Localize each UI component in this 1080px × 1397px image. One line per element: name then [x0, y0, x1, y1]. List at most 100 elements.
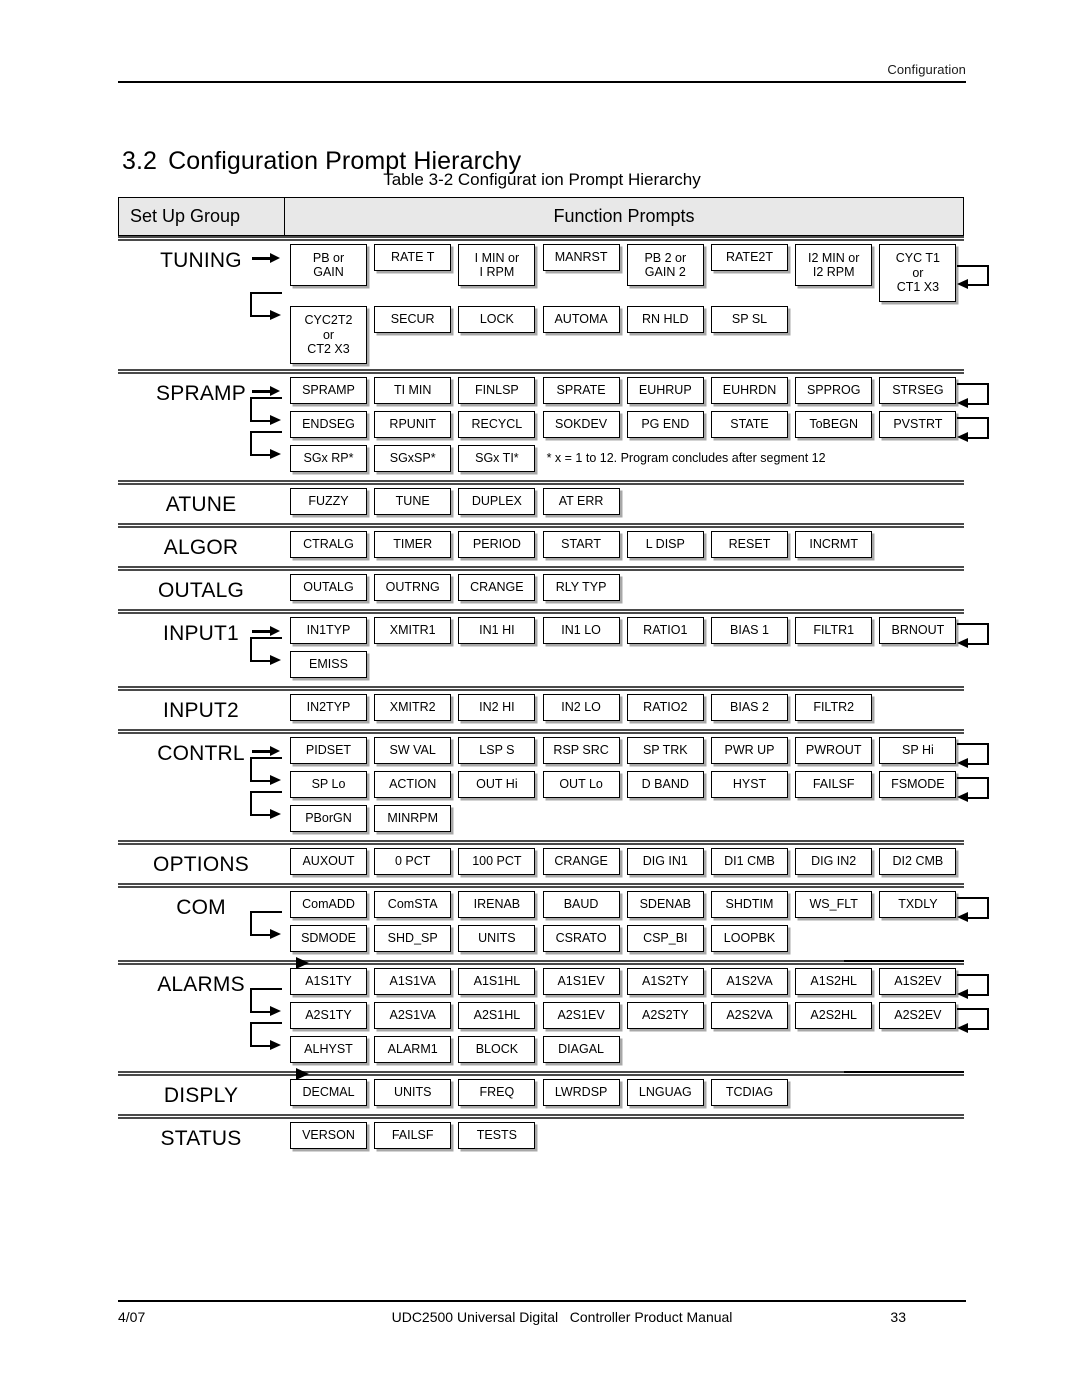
prompt-box[interactable]: IN2TYP — [290, 694, 367, 721]
prompt-box[interactable]: RLY TYP — [542, 574, 620, 601]
prompt-box[interactable]: START — [542, 531, 620, 558]
prompt-box[interactable]: LNGUAG — [626, 1079, 704, 1106]
prompt-box[interactable]: SDENAB — [626, 891, 704, 918]
prompt-box[interactable]: RECYCL — [458, 411, 536, 438]
prompt-box[interactable]: FAILSF — [374, 1122, 452, 1149]
prompt-box[interactable]: I2 MIN or I2 RPM — [795, 244, 873, 286]
prompt-box[interactable]: TCDIAG — [711, 1079, 788, 1106]
prompt-box[interactable]: A2S2HL — [795, 1002, 873, 1029]
prompt-box[interactable]: PERIOD — [458, 531, 536, 558]
prompt-box[interactable]: DIG IN1 — [626, 848, 704, 875]
prompt-box[interactable]: RATIO2 — [626, 694, 704, 721]
prompt-box[interactable]: STATE — [711, 411, 788, 438]
prompt-box[interactable]: OUT Hi — [458, 771, 536, 798]
prompt-box[interactable]: AUXOUT — [290, 848, 367, 875]
prompt-box[interactable]: MANRST — [542, 244, 620, 271]
prompt-box[interactable]: DIG IN2 — [795, 848, 873, 875]
prompt-box[interactable]: ALHYST — [290, 1036, 367, 1063]
prompt-box[interactable]: MINRPM — [374, 805, 452, 832]
prompt-box[interactable]: ComSTA — [374, 891, 452, 918]
prompt-box[interactable]: PIDSET — [290, 737, 367, 764]
prompt-box[interactable]: RSP SRC — [542, 737, 620, 764]
prompt-box[interactable]: PVSTRT — [879, 411, 957, 438]
prompt-box[interactable]: RATIO1 — [626, 617, 704, 644]
prompt-box[interactable]: LOOPBK — [711, 925, 788, 952]
prompt-box[interactable]: ACTION — [374, 771, 452, 798]
prompt-box[interactable]: A1S1EV — [542, 968, 620, 995]
prompt-box[interactable]: AT ERR — [542, 488, 620, 515]
prompt-box[interactable]: ENDSEG — [290, 411, 367, 438]
prompt-box[interactable]: EMISS — [290, 651, 367, 678]
prompt-box[interactable]: INCRMT — [795, 531, 873, 558]
prompt-box[interactable]: EUHRDN — [711, 377, 788, 404]
prompt-box[interactable]: SP TRK — [626, 737, 704, 764]
prompt-box[interactable]: SDMODE — [290, 925, 367, 952]
prompt-box[interactable]: WS_FLT — [795, 891, 873, 918]
prompt-box[interactable]: D BAND — [626, 771, 704, 798]
prompt-box[interactable]: SOKDEV — [542, 411, 620, 438]
prompt-box[interactable]: PWROUT — [795, 737, 873, 764]
prompt-box[interactable]: OUT Lo — [542, 771, 620, 798]
prompt-box[interactable]: CYC T1 or CT1 X3 — [879, 244, 957, 302]
prompt-box[interactable]: BLOCK — [458, 1036, 536, 1063]
prompt-box[interactable]: FILTR2 — [795, 694, 873, 721]
prompt-box[interactable]: DECMAL — [290, 1079, 367, 1106]
prompt-box[interactable]: A2S1TY — [290, 1002, 367, 1029]
prompt-box[interactable]: A2S2VA — [711, 1002, 788, 1029]
prompt-box[interactable]: XMITR1 — [374, 617, 452, 644]
prompt-box[interactable]: I MIN or I RPM — [458, 244, 536, 286]
prompt-box[interactable]: IN2 HI — [458, 694, 536, 721]
prompt-box[interactable]: A1S1VA — [374, 968, 452, 995]
prompt-box[interactable]: A1S2VA — [711, 968, 788, 995]
prompt-box[interactable]: XMITR2 — [374, 694, 452, 721]
prompt-box[interactable]: UNITS — [374, 1079, 452, 1106]
prompt-box[interactable]: IRENAB — [458, 891, 536, 918]
prompt-box[interactable]: CSP_BI — [626, 925, 704, 952]
prompt-box[interactable]: A1S2HL — [795, 968, 873, 995]
prompt-box[interactable]: SHDTIM — [711, 891, 788, 918]
prompt-box[interactable]: 100 PCT — [458, 848, 536, 875]
prompt-box[interactable]: LSP S — [458, 737, 536, 764]
prompt-box[interactable]: STRSEG — [879, 377, 957, 404]
prompt-box[interactable]: A1S1TY — [290, 968, 367, 995]
prompt-box[interactable]: IN1 LO — [542, 617, 620, 644]
prompt-box[interactable]: CYC2T2 or CT2 X3 — [290, 306, 367, 364]
prompt-box[interactable]: SPRATE — [542, 377, 620, 404]
prompt-box[interactable]: RATE T — [374, 244, 452, 271]
prompt-box[interactable]: BRNOUT — [879, 617, 957, 644]
prompt-box[interactable]: CTRALG — [290, 531, 367, 558]
prompt-box[interactable]: EUHRUP — [626, 377, 704, 404]
prompt-box[interactable]: TESTS — [458, 1122, 536, 1149]
prompt-box[interactable]: SPRAMP — [290, 377, 367, 404]
prompt-box[interactable]: FAILSF — [795, 771, 873, 798]
prompt-box[interactable]: 0 PCT — [374, 848, 452, 875]
prompt-box[interactable]: FUZZY — [290, 488, 367, 515]
prompt-box[interactable]: RPUNIT — [374, 411, 452, 438]
prompt-box[interactable]: CRANGE — [458, 574, 536, 601]
prompt-box[interactable]: PBorGN — [290, 805, 367, 832]
prompt-box[interactable]: PB or GAIN — [290, 244, 367, 286]
prompt-box[interactable]: IN2 LO — [542, 694, 620, 721]
prompt-box[interactable]: ComADD — [290, 891, 367, 918]
prompt-box[interactable]: PWR UP — [711, 737, 788, 764]
prompt-box[interactable]: BAUD — [542, 891, 620, 918]
prompt-box[interactable]: A1S2EV — [879, 968, 957, 995]
prompt-box[interactable]: A2S2EV — [879, 1002, 957, 1029]
prompt-box[interactable]: FSMODE — [879, 771, 957, 798]
prompt-box[interactable]: HYST — [711, 771, 788, 798]
prompt-box[interactable]: A1S1HL — [458, 968, 536, 995]
prompt-box[interactable]: SP SL — [711, 306, 788, 333]
prompt-box[interactable]: UNITS — [458, 925, 536, 952]
prompt-box[interactable]: TIMER — [374, 531, 452, 558]
prompt-box[interactable]: SP Lo — [290, 771, 367, 798]
prompt-box[interactable]: RESET — [711, 531, 788, 558]
prompt-box[interactable]: AUTOMA — [542, 306, 620, 333]
prompt-box[interactable]: FINLSP — [458, 377, 536, 404]
prompt-box[interactable]: SW VAL — [374, 737, 452, 764]
prompt-box[interactable]: SECUR — [374, 306, 452, 333]
prompt-box[interactable]: SGxSP* — [374, 445, 452, 472]
prompt-box[interactable]: ALARM1 — [374, 1036, 452, 1063]
prompt-box[interactable]: SHD_SP — [374, 925, 452, 952]
prompt-box[interactable]: A1S2TY — [626, 968, 704, 995]
prompt-box[interactable]: CSRATO — [542, 925, 620, 952]
